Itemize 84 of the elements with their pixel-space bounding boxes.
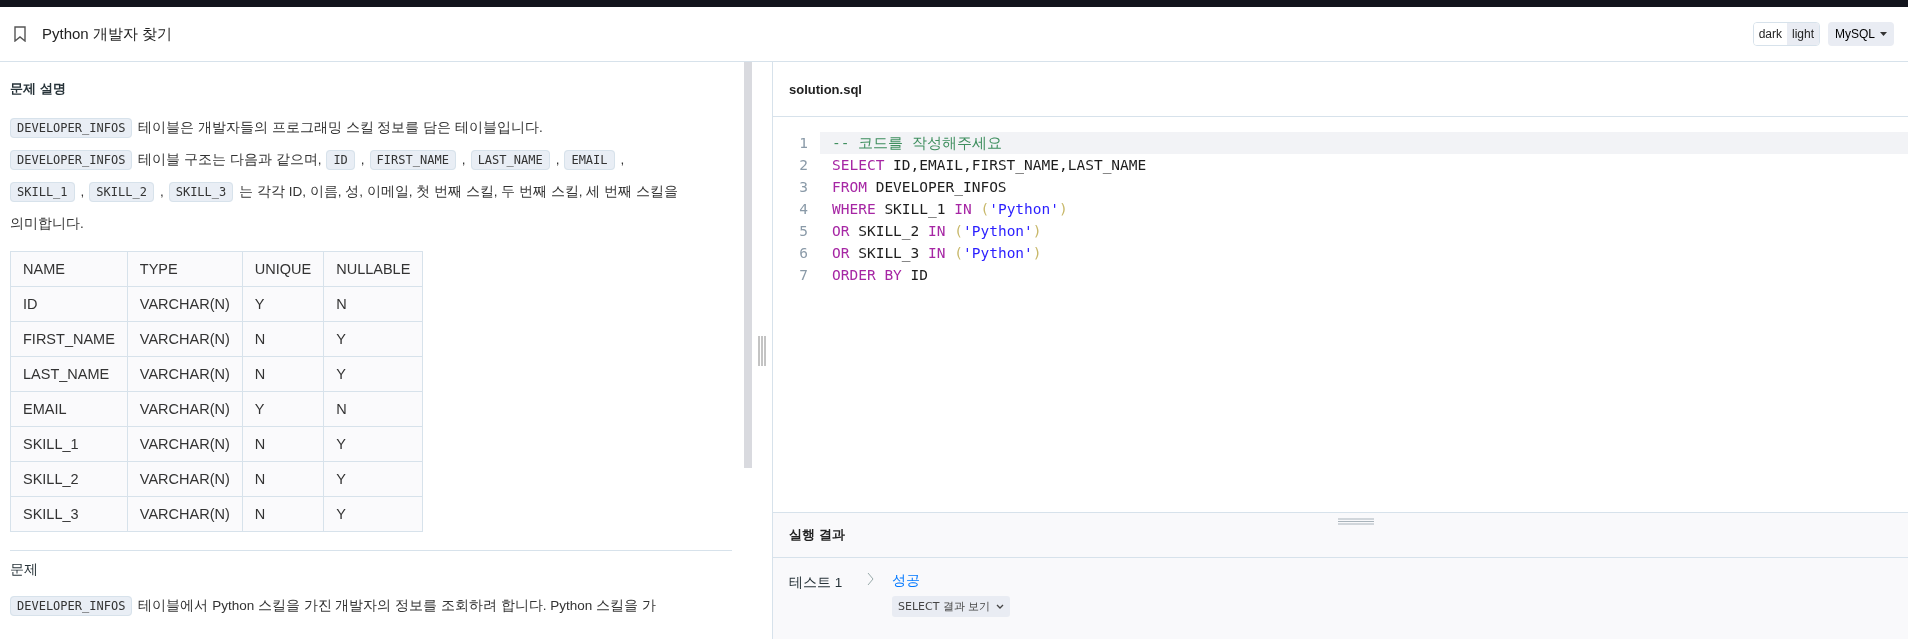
description-text: , <box>620 152 625 167</box>
line-number: 6 <box>798 245 809 261</box>
result-toggle-button[interactable]: SELECT 결과 보기 <box>892 596 1011 617</box>
caret-icon <box>1880 32 1887 36</box>
line-number: 4 <box>798 201 809 217</box>
chevron-icon <box>867 572 874 586</box>
code-line: SELECT ID,EMAIL,FIRST_NAME,LAST_NAME <box>831 156 1148 176</box>
table-cell: EMAIL <box>10 391 128 427</box>
line-number: 1 <box>798 135 809 151</box>
bookmark-icon[interactable] <box>14 26 26 42</box>
description-text: 테이블은 개발자들의 프로그래밍 스킬 정보를 담은 테이블입니다. <box>138 120 543 135</box>
table-cell: N <box>242 426 324 462</box>
section-heading: 실행 결과 <box>789 526 845 544</box>
table-cell: FIRST_NAME <box>10 321 128 357</box>
code-line: OR SKILL_3 IN ('Python') <box>831 244 1043 264</box>
table-cell: VARCHAR(N) <box>127 391 243 427</box>
theme-option[interactable]: light <box>1786 23 1819 45</box>
table-cell: Y <box>323 426 423 462</box>
code-chip: SKILL_1 <box>10 182 75 202</box>
table-cell: LAST_NAME <box>10 356 128 392</box>
column-header: NULLABLE <box>323 251 423 287</box>
table-cell: N <box>323 286 423 322</box>
description-text: , <box>159 184 164 199</box>
test-label: 테스트 1 <box>789 574 844 592</box>
table-cell: VARCHAR(N) <box>127 356 243 392</box>
line-number: 7 <box>798 267 809 283</box>
table-cell: N <box>242 356 324 392</box>
column-header: UNIQUE <box>242 251 324 287</box>
code-editor[interactable]: 1 -- 코드를 작성해주세요 2 SELECT ID,EMAIL,FIRST_NAME,LAST_NAME 3 FROM DEVELOPER_INFOS 4 WHERE SKILL_1 IN ('Python') 5 OR SKILL_2 IN ('Python') 6 OR SKILL_3 IN ('Python') 7 ORDER BY ID <box>773 117 1908 512</box>
code-line: WHERE SKILL_1 IN ('Python') <box>831 200 1069 220</box>
table-cell: VARCHAR(N) <box>127 426 243 462</box>
table-cell: VARCHAR(N) <box>127 321 243 357</box>
table-cell: Y <box>323 461 423 497</box>
table-cell: ID <box>10 286 128 322</box>
chevron-icon <box>996 604 1005 609</box>
description-text: , <box>461 152 466 167</box>
table-cell: SKILL_3 <box>10 496 128 532</box>
table-cell: Y <box>242 286 324 322</box>
code-chip: SKILL_3 <box>168 182 234 202</box>
line-number: 2 <box>798 157 809 173</box>
table-cell: N <box>242 321 324 357</box>
code-chip: LAST_NAME <box>470 150 550 170</box>
code-line: ORDER BY ID <box>831 266 930 285</box>
table-cell: VARCHAR(N) <box>127 496 243 532</box>
description-text: 테이블 구조는 다음과 같으며, <box>138 152 322 167</box>
description-text: 는 각각 ID, 이름, 성, 이메일, 첫 번째 스킬, 두 번째 스킬, 세 번째 스킬을 <box>239 184 678 199</box>
code-chip: DEVELOPER_INFOS <box>10 118 133 138</box>
column-header: TYPE <box>127 251 243 287</box>
code-chip: DEVELOPER_INFOS <box>10 150 133 170</box>
line-number: 5 <box>798 223 809 239</box>
code-line: OR SKILL_2 IN ('Python') <box>831 222 1043 242</box>
table-cell: Y <box>323 356 423 392</box>
table-cell: N <box>323 391 423 427</box>
table-cell: N <box>242 461 324 497</box>
section-heading: 문제 설명 <box>10 80 67 98</box>
page-title: Python 개발자 찾기 <box>42 24 173 44</box>
line-number: 3 <box>798 179 809 195</box>
table-cell: SKILL_1 <box>10 426 128 462</box>
table-cell: N <box>242 496 324 532</box>
code-chip: EMAIL <box>564 150 615 170</box>
description-text: 테이블에서 Python 스킬을 가진 개발자의 정보를 조회하려 합니다. Python 스킬을 가 <box>138 598 656 613</box>
code-line: FROM DEVELOPER_INFOS <box>831 178 1008 198</box>
description-text: , <box>360 152 365 167</box>
table-cell: Y <box>323 496 423 532</box>
description-text: , <box>80 184 85 199</box>
description-text: 의미합니다. <box>10 216 84 231</box>
table-cell: VARCHAR(N) <box>127 461 243 497</box>
resize-handle[interactable] <box>758 335 766 366</box>
code-chip: FIRST_NAME <box>369 150 456 170</box>
code-chip: DEVELOPER_INFOS <box>10 596 133 616</box>
language-dropdown[interactable]: MySQL <box>1828 22 1894 46</box>
resize-handle[interactable] <box>1338 518 1374 525</box>
file-name[interactable]: solution.sql <box>789 81 862 97</box>
description-text: , <box>555 152 560 167</box>
table-cell: Y <box>323 321 423 357</box>
section-heading: 문제 <box>10 561 39 579</box>
table-cell: SKILL_2 <box>10 461 128 497</box>
scrollbar[interactable] <box>744 62 752 468</box>
code-chip: SKILL_2 <box>89 182 154 202</box>
test-status: 성공 <box>892 572 920 590</box>
table-cell: Y <box>242 391 324 427</box>
code-chip: ID <box>326 150 355 170</box>
table-cell: VARCHAR(N) <box>127 286 243 322</box>
column-header: NAME <box>10 251 128 287</box>
